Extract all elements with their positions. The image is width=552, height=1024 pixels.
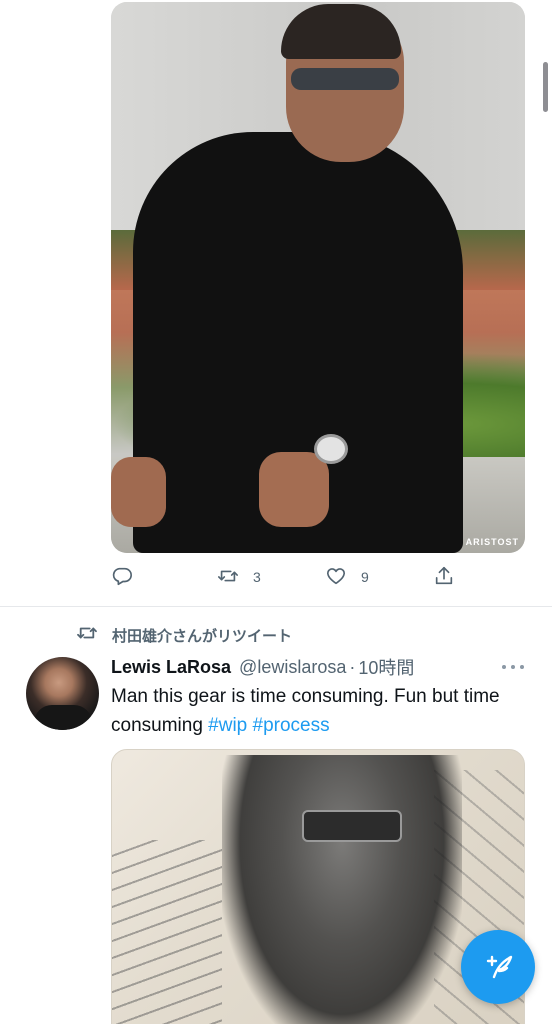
more-dot: [511, 665, 515, 669]
author-name[interactable]: Lewis LaRosa: [111, 657, 231, 678]
hashtag-link[interactable]: #process: [253, 715, 330, 736]
reply-icon: [111, 565, 133, 590]
tweet-timestamp[interactable]: 10時間: [358, 654, 414, 680]
more-icon[interactable]: [502, 657, 524, 677]
timeline-screen: ARISTOST 3 9 村田雄介さんがリツイート Lewis LaRosa @…: [0, 0, 552, 1024]
avatar-shirt: [34, 705, 92, 730]
photo-hand-right: [259, 452, 329, 527]
like-button[interactable]: 9: [325, 562, 369, 592]
more-dot: [520, 665, 524, 669]
photo-credit-watermark: ARISTOST: [465, 537, 519, 547]
tweet-header: Lewis LaRosa @lewislarosa · 10時間: [111, 655, 531, 679]
tweet-action-bar: 3 9: [111, 562, 471, 592]
retweet-button[interactable]: 3: [217, 562, 261, 592]
sketch-visor: [302, 810, 402, 842]
tweet-text: Man this gear is time consuming. Fun but…: [111, 682, 531, 740]
compose-button[interactable]: [461, 930, 535, 1004]
retweet-icon: [217, 565, 239, 590]
hashtag-link[interactable]: #wip: [208, 715, 247, 736]
heart-icon: [325, 565, 347, 590]
compose-icon: [480, 947, 516, 988]
more-dot: [502, 665, 506, 669]
like-count: 9: [361, 569, 369, 585]
retweet-context-label: 村田雄介さんがリツイート: [112, 627, 293, 645]
retweet-count: 3: [253, 569, 261, 585]
sketch-hatching-left: [112, 840, 222, 1024]
author-handle[interactable]: @lewislarosa: [239, 657, 346, 678]
photo-sunglasses: [291, 68, 399, 90]
retweet-context[interactable]: 村田雄介さんがリツイート: [76, 624, 292, 646]
tweet-divider: [0, 606, 552, 607]
retweet-small-icon: [76, 624, 112, 646]
share-button[interactable]: [433, 562, 455, 592]
reply-button[interactable]: [111, 562, 147, 592]
photo-hand-left: [111, 457, 166, 527]
sketch-figure: [222, 755, 462, 1024]
avatar[interactable]: [26, 657, 99, 730]
share-icon: [433, 565, 455, 590]
scrollbar[interactable]: [543, 62, 548, 112]
tweet-photo[interactable]: ARISTOST: [111, 2, 525, 553]
tweet-sketch-image[interactable]: [111, 749, 525, 1024]
photo-watch: [314, 434, 348, 464]
header-separator: ·: [349, 656, 356, 677]
